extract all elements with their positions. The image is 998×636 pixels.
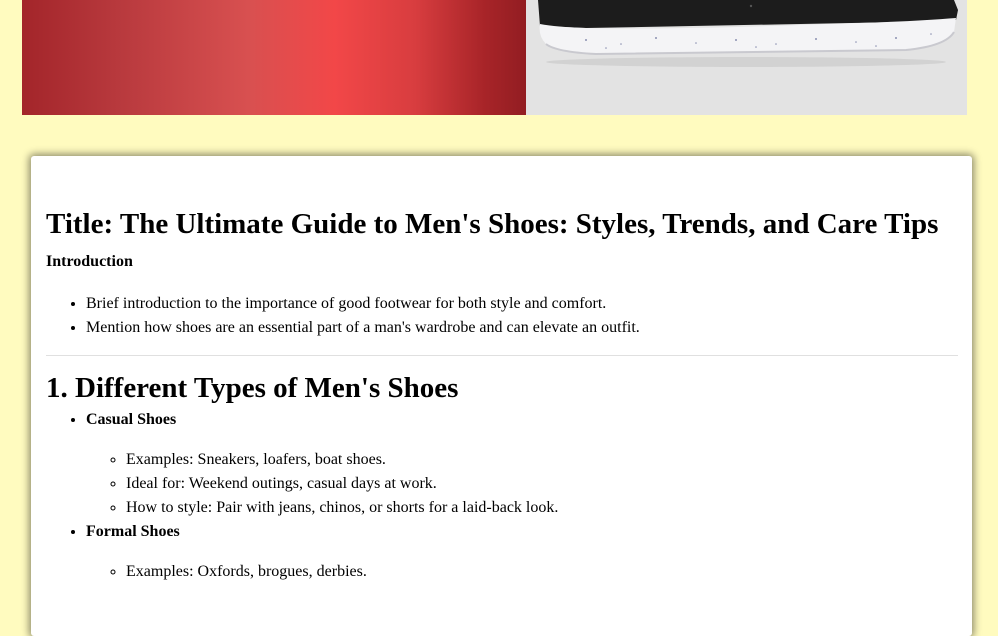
shoe-type-label: Formal Shoes — [86, 523, 180, 540]
article-title: Title: The Ultimate Guide to Men's Shoes… — [46, 208, 939, 240]
article-content: Title: The Ultimate Guide to Men's Shoes… — [46, 206, 958, 584]
section-heading: 1. Different Types of Men's Shoes — [46, 372, 459, 404]
hero-shoe-image — [526, 0, 967, 115]
intro-list: Brief introduction to the importance of … — [46, 292, 958, 340]
list-item: Mention how shoes are an essential part … — [86, 316, 958, 340]
list-item: How to style: Pair with jeans, chinos, o… — [126, 496, 958, 520]
list-item: Examples: Oxfords, brogues, derbies. — [126, 560, 958, 584]
sneaker-image — [538, 0, 958, 67]
section-divider — [46, 355, 958, 356]
shoe-type-label: Casual Shoes — [86, 411, 177, 428]
list-item: Brief introduction to the importance of … — [86, 292, 958, 316]
casual-details-list: Examples: Sneakers, loafers, boat shoes.… — [86, 448, 958, 520]
list-item: Examples: Sneakers, loafers, boat shoes. — [126, 448, 958, 472]
list-item: Ideal for: Weekend outings, casual days … — [126, 472, 958, 496]
intro-label: Introduction — [46, 253, 133, 270]
shoe-types-list: Casual Shoes Examples: Sneakers, loafers… — [46, 408, 958, 584]
hero-red-panel — [22, 0, 526, 115]
article-card: Title: The Ultimate Guide to Men's Shoes… — [31, 156, 972, 636]
hero-banner — [22, 0, 967, 115]
formal-details-list: Examples: Oxfords, brogues, derbies. — [86, 560, 958, 584]
shoe-type-casual: Casual Shoes Examples: Sneakers, loafers… — [86, 408, 958, 520]
shoe-type-formal: Formal Shoes Examples: Oxfords, brogues,… — [86, 520, 958, 584]
